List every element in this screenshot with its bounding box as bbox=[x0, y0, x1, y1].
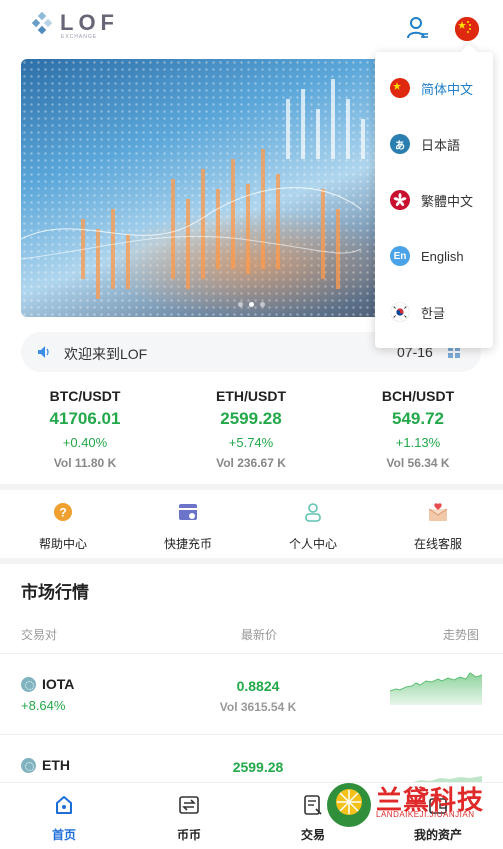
lang-label: 简体中文 bbox=[421, 81, 474, 97]
carousel-dot[interactable] bbox=[259, 302, 265, 307]
carousel-dot[interactable] bbox=[237, 302, 243, 307]
eth-coin-icon bbox=[21, 757, 36, 773]
market-header-price: 最新价 bbox=[241, 628, 278, 642]
ticker-btc[interactable]: BTC/USDT 41706.01 +0.40% Vol 11.80 K bbox=[15, 388, 155, 470]
quick-deposit[interactable]: 快捷充币 bbox=[143, 502, 233, 552]
quick-user-center[interactable]: 个人中心 bbox=[268, 502, 358, 552]
lang-option-ja[interactable]: あ 日本語 bbox=[375, 116, 493, 172]
speaker-icon bbox=[38, 346, 49, 358]
notice-text: 欢迎来到LOF bbox=[64, 346, 148, 362]
trend-sparkline bbox=[390, 672, 482, 705]
ticker-bch[interactable]: BCH/USDT 549.72 +1.13% Vol 56.34 K bbox=[348, 388, 488, 470]
market-header-pair: 交易对 bbox=[21, 628, 58, 642]
language-switch-flag-icon[interactable] bbox=[455, 17, 479, 41]
home-icon bbox=[56, 796, 72, 814]
exchange-icon bbox=[179, 796, 199, 814]
section-divider bbox=[0, 558, 503, 564]
help-icon: ? bbox=[54, 503, 72, 521]
ticker-price: 41706.01 bbox=[49, 409, 121, 428]
market-row-iota[interactable]: IOTA +8.64% 0.8824 Vol 3615.54 K bbox=[0, 654, 503, 734]
quick-label: 个人中心 bbox=[288, 537, 337, 551]
svg-text:?: ? bbox=[59, 506, 66, 520]
market-title: 市场行情 bbox=[21, 583, 89, 602]
quick-label: 快捷充币 bbox=[163, 537, 212, 551]
ticker-change: +1.13% bbox=[395, 435, 441, 450]
lang-label: 日本語 bbox=[421, 137, 461, 153]
coin-price: 0.8824 bbox=[236, 678, 280, 694]
logo-mark-icon bbox=[31, 12, 53, 35]
lang-option-zh-cn[interactable]: 简体中文 bbox=[375, 60, 493, 116]
trade-icon bbox=[304, 795, 322, 815]
coin-change: +8.64% bbox=[21, 698, 66, 713]
top-header: LOF EXCHANGE bbox=[0, 0, 503, 56]
ticker-pair: BTC/USDT bbox=[49, 388, 121, 404]
quick-label: 帮助中心 bbox=[38, 537, 87, 551]
tab-label: 首页 bbox=[51, 828, 76, 842]
quick-help-center[interactable]: ? 帮助中心 bbox=[18, 502, 108, 552]
quick-label: 在线客服 bbox=[413, 537, 462, 551]
hk-flag-icon bbox=[390, 190, 410, 210]
user-center-icon bbox=[305, 503, 321, 522]
ticker-change: +0.40% bbox=[62, 435, 108, 450]
tab-home[interactable]: 首页 bbox=[24, 795, 104, 843]
logo[interactable]: LOF EXCHANGE bbox=[30, 10, 114, 40]
logo-text: LOF bbox=[60, 10, 119, 35]
ticker-change: +5.74% bbox=[228, 435, 274, 450]
quick-menu: ? 帮助中心 快捷充币 个人中心 在线客服 bbox=[0, 490, 503, 558]
iota-coin-icon bbox=[21, 676, 36, 692]
language-dropdown: 简体中文 あ 日本語 繁體中文 En English 한글 bbox=[375, 52, 493, 348]
lang-label: 한글 bbox=[421, 305, 445, 321]
ticker-volume: Vol 236.67 K bbox=[216, 456, 286, 470]
user-profile-icon[interactable] bbox=[406, 16, 430, 42]
carousel-dot-active[interactable] bbox=[248, 302, 254, 307]
ticker-pair: ETH/USDT bbox=[216, 388, 286, 404]
ticker-volume: Vol 56.34 K bbox=[386, 456, 450, 470]
market-header-trend: 走势图 bbox=[443, 628, 480, 642]
coin-name: ETH bbox=[42, 757, 70, 773]
ticker-price: 549.72 bbox=[392, 409, 444, 428]
ticker-volume: Vol 11.80 K bbox=[53, 456, 117, 470]
lang-option-zh-tw[interactable]: 繁體中文 bbox=[375, 172, 493, 228]
lang-option-en[interactable]: En English bbox=[375, 228, 493, 284]
ticker-eth[interactable]: ETH/USDT 2599.28 +5.74% Vol 236.67 K bbox=[181, 388, 321, 470]
coin-price: 2599.28 bbox=[232, 759, 284, 775]
watermark-logo-icon bbox=[327, 783, 371, 827]
coin-volume: Vol 3615.54 K bbox=[219, 700, 297, 714]
ticker-strip: BTC/USDT 41706.01 +0.40% Vol 11.80 K ETH… bbox=[0, 380, 503, 480]
lang-label: 繁體中文 bbox=[421, 193, 474, 209]
lang-label: English bbox=[421, 248, 464, 264]
jp-icon: あ bbox=[390, 134, 410, 154]
cn-flag-icon bbox=[390, 78, 410, 98]
tab-label: 币币 bbox=[176, 828, 201, 842]
watermark: 兰黛科技 LANDAIKEJI.JIUANJIAN bbox=[322, 776, 492, 836]
ticker-pair: BCH/USDT bbox=[381, 388, 455, 404]
deposit-icon bbox=[179, 504, 197, 520]
en-icon: En bbox=[390, 246, 410, 266]
watermark-text-en: LANDAIKEJI.JIUANJIAN bbox=[376, 810, 475, 819]
tab-exchange[interactable]: 币币 bbox=[149, 795, 229, 843]
quick-customer-service[interactable]: 在线客服 bbox=[393, 502, 483, 552]
ticker-price: 2599.28 bbox=[220, 409, 282, 428]
customer-service-icon bbox=[428, 503, 448, 521]
lang-option-ko[interactable]: 한글 bbox=[375, 284, 493, 340]
logo-subtext: EXCHANGE bbox=[61, 34, 98, 40]
coin-name: IOTA bbox=[42, 676, 75, 692]
kr-flag-icon bbox=[390, 302, 410, 322]
